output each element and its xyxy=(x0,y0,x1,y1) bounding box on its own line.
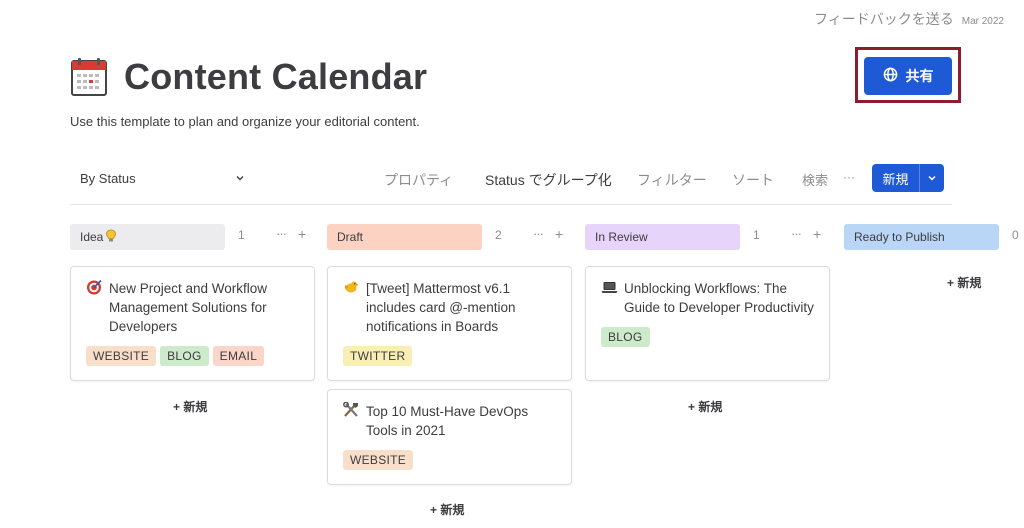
view-label: By Status xyxy=(80,170,136,186)
card-tags: BLOG xyxy=(601,327,815,347)
topbar: フィードバックを送る Mar 2022 xyxy=(814,9,1004,29)
column-add-button[interactable]: + xyxy=(555,226,563,242)
view-selector[interactable]: By Status xyxy=(70,163,255,193)
board-toolbar: By Status プロパティ Status でグループ化 フィルター ソート … xyxy=(70,163,952,193)
tag-blog: BLOG xyxy=(601,327,650,347)
globe-icon xyxy=(883,67,898,85)
column-count: 1 xyxy=(238,228,245,242)
search-button[interactable]: 検索 xyxy=(802,170,828,189)
card-title: New Project and Workflow Management Solu… xyxy=(109,281,268,334)
more-options-button[interactable]: ··· xyxy=(843,170,855,184)
card-title: [Tweet] Mattermost v6.1 includes card @-… xyxy=(366,281,516,334)
column-header: In Review 1 ··· + xyxy=(585,224,830,250)
add-card-button[interactable]: + 新規 xyxy=(430,501,464,518)
column-name: In Review xyxy=(595,230,648,244)
card-tags: WEBSITE BLOG EMAIL xyxy=(86,346,300,366)
new-card-button[interactable]: 新規 xyxy=(872,164,944,192)
column-idea: Idea 1 ··· + New Project and Workflow Ma… xyxy=(70,224,315,414)
page-subtitle: Use this template to plan and organize y… xyxy=(70,114,420,129)
date-label: Mar 2022 xyxy=(961,16,1004,27)
column-title[interactable]: Idea xyxy=(70,224,225,250)
chevron-down-icon xyxy=(235,171,245,186)
card-title: Unblocking Workflows: The Guide to Devel… xyxy=(624,281,814,315)
column-name: Draft xyxy=(337,230,364,244)
properties-button[interactable]: プロパティ xyxy=(384,170,453,190)
tag-email: EMAIL xyxy=(212,346,265,366)
column-header: Draft 2 ··· + xyxy=(327,224,572,250)
filter-button[interactable]: フィルター xyxy=(637,170,707,190)
tag-website: WEBSITE xyxy=(86,346,157,366)
column-header: Idea 1 ··· + xyxy=(70,224,315,250)
tag-website: WEBSITE xyxy=(343,450,414,470)
tools-icon xyxy=(343,401,360,440)
toolbar-divider xyxy=(70,204,952,205)
target-icon xyxy=(86,279,103,336)
feedback-link[interactable]: フィードバックを送る xyxy=(814,9,954,29)
column-ready-to-publish: Ready to Publish 0 + 新規 xyxy=(844,224,1024,290)
card[interactable]: [Tweet] Mattermost v6.1 includes card @-… xyxy=(327,266,572,381)
column-options-button[interactable]: ··· xyxy=(791,226,802,241)
page-header: Content Calendar xyxy=(70,56,427,98)
tag-blog: BLOG xyxy=(160,346,209,366)
column-count: 1 xyxy=(753,228,760,242)
new-label: 新規 xyxy=(872,164,920,192)
group-by-button[interactable]: Status でグループ化 xyxy=(485,170,612,190)
add-card-button[interactable]: + 新規 xyxy=(947,274,981,291)
card[interactable]: Unblocking Workflows: The Guide to Devel… xyxy=(585,266,830,381)
page-title: Content Calendar xyxy=(124,56,428,97)
laptop-icon xyxy=(601,279,618,317)
add-card-button[interactable]: + 新規 xyxy=(688,398,722,415)
chevron-down-icon[interactable] xyxy=(920,164,944,192)
column-in-review: In Review 1 ··· + Unblocking Workflows: … xyxy=(585,224,830,414)
column-draft: Draft 2 ··· + [Tweet] Mattermost v6.1 in… xyxy=(327,224,572,517)
tag-twitter: TWITTER xyxy=(343,346,413,366)
add-card-button[interactable]: + 新規 xyxy=(173,398,207,415)
column-title[interactable]: Ready to Publish xyxy=(844,224,999,250)
bird-icon xyxy=(343,279,360,336)
card-title: Top 10 Must-Have DevOps Tools in 2021 xyxy=(366,404,529,438)
share-label: 共有 xyxy=(905,68,934,84)
column-add-button[interactable]: + xyxy=(813,226,821,242)
card-tags: TWITTER xyxy=(343,346,557,366)
column-options-button[interactable]: ··· xyxy=(533,226,544,241)
card[interactable]: New Project and Workflow Management Solu… xyxy=(70,266,315,381)
sort-button[interactable]: ソート xyxy=(732,170,774,190)
lightbulb-icon xyxy=(105,229,117,246)
column-add-button[interactable]: + xyxy=(298,226,306,242)
column-count: 2 xyxy=(495,228,502,242)
card-tags: WEBSITE xyxy=(343,450,557,470)
column-options-button[interactable]: ··· xyxy=(276,226,287,241)
column-name: Ready to Publish xyxy=(854,230,945,244)
calendar-icon xyxy=(70,57,108,97)
column-title[interactable]: In Review xyxy=(585,224,740,250)
column-name: Idea xyxy=(80,230,104,244)
column-header: Ready to Publish 0 xyxy=(844,224,1024,250)
share-button[interactable]: 共有 xyxy=(864,57,952,95)
column-title[interactable]: Draft xyxy=(327,224,482,250)
card[interactable]: Top 10 Must-Have DevOps Tools in 2021 WE… xyxy=(327,389,572,485)
column-count: 0 xyxy=(1012,228,1019,242)
